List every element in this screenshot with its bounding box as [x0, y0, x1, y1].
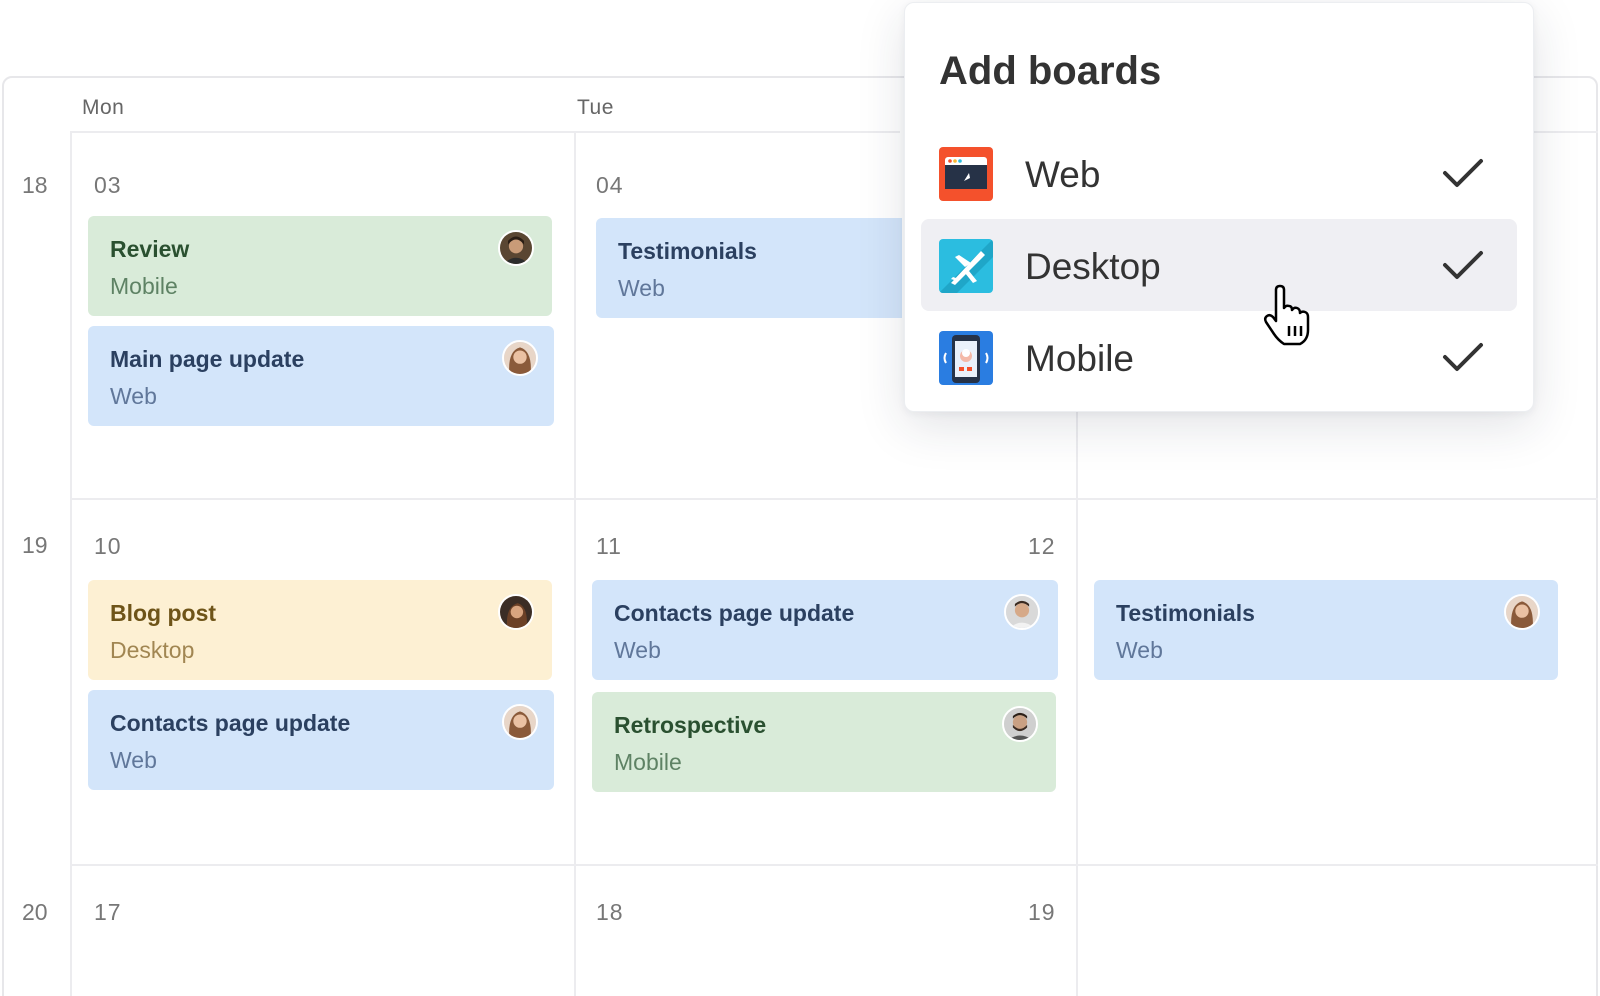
- event-title: Blog post: [110, 600, 217, 626]
- date-number: 03: [94, 172, 122, 198]
- grid-line: [574, 132, 576, 996]
- event-board: Web: [110, 383, 157, 409]
- grid-line: [70, 498, 1598, 500]
- event-title: Testimonials: [618, 238, 757, 264]
- avatar: [502, 340, 538, 376]
- event-title: Testimonials: [1116, 600, 1255, 626]
- event-card[interactable]: Contacts page update Web: [88, 690, 554, 790]
- event-card[interactable]: Retrospective Mobile: [592, 692, 1056, 792]
- web-board-icon: [939, 147, 993, 201]
- grid-line: [70, 864, 1598, 866]
- event-board: Web: [614, 637, 661, 663]
- event-board: Web: [1116, 637, 1163, 663]
- event-card[interactable]: Contacts page update Web: [592, 580, 1058, 680]
- board-label: Mobile: [1025, 338, 1134, 379]
- week-number: 19: [22, 532, 48, 558]
- popup-title: Add boards: [939, 49, 1162, 93]
- board-label: Desktop: [1025, 246, 1161, 287]
- event-board: Web: [110, 747, 157, 773]
- date-number: 19: [1028, 899, 1056, 925]
- event-card[interactable]: Main page update Web: [88, 326, 554, 426]
- avatar: [1004, 594, 1040, 630]
- event-card[interactable]: Testimonials Web: [596, 218, 902, 318]
- board-option-mobile[interactable]: Mobile: [921, 311, 1517, 403]
- event-board: Desktop: [110, 637, 195, 663]
- day-header-mon: Mon: [82, 96, 125, 119]
- avatar: [498, 594, 534, 630]
- event-title: Contacts page update: [110, 710, 351, 736]
- checkmark-icon: [1443, 159, 1483, 187]
- board-option-desktop[interactable]: Desktop: [921, 219, 1517, 311]
- grid-line: [1530, 131, 1598, 133]
- event-board: Mobile: [110, 273, 178, 299]
- event-title: Contacts page update: [614, 600, 855, 626]
- avatar: [1002, 706, 1038, 742]
- mobile-board-icon: [939, 331, 993, 385]
- add-boards-popup: Add boards Web Desktop Mobile: [904, 2, 1534, 412]
- desktop-board-icon: [939, 239, 993, 293]
- event-card[interactable]: Testimonials Web: [1094, 580, 1558, 680]
- event-board: Web: [618, 275, 665, 301]
- date-number: 10: [94, 533, 122, 559]
- week-number: 20: [22, 899, 48, 925]
- date-number: 18: [596, 899, 624, 925]
- checkmark-icon: [1443, 251, 1483, 279]
- day-header-tue: Tue: [577, 96, 614, 119]
- grid-line: [70, 131, 900, 133]
- avatar: [502, 704, 538, 740]
- date-number: 04: [596, 172, 624, 198]
- avatar: [498, 230, 534, 266]
- event-board: Mobile: [614, 749, 682, 775]
- board-option-web[interactable]: Web: [921, 127, 1517, 219]
- hand-pointer-icon: [1263, 284, 1310, 346]
- event-card[interactable]: Review Mobile: [88, 216, 552, 316]
- grid-line: [1076, 400, 1078, 996]
- date-number: 11: [596, 533, 622, 559]
- avatar: [1504, 594, 1540, 630]
- event-title: Review: [110, 236, 190, 262]
- checkmark-icon: [1443, 343, 1483, 371]
- board-label: Web: [1025, 154, 1101, 195]
- date-number: 12: [1028, 533, 1056, 559]
- event-card[interactable]: Blog post Desktop: [88, 580, 552, 680]
- grid-line: [70, 132, 72, 996]
- event-title: Main page update: [110, 346, 305, 372]
- week-number: 18: [22, 172, 48, 198]
- event-title: Retrospective: [614, 712, 767, 738]
- date-number: 17: [94, 899, 122, 925]
